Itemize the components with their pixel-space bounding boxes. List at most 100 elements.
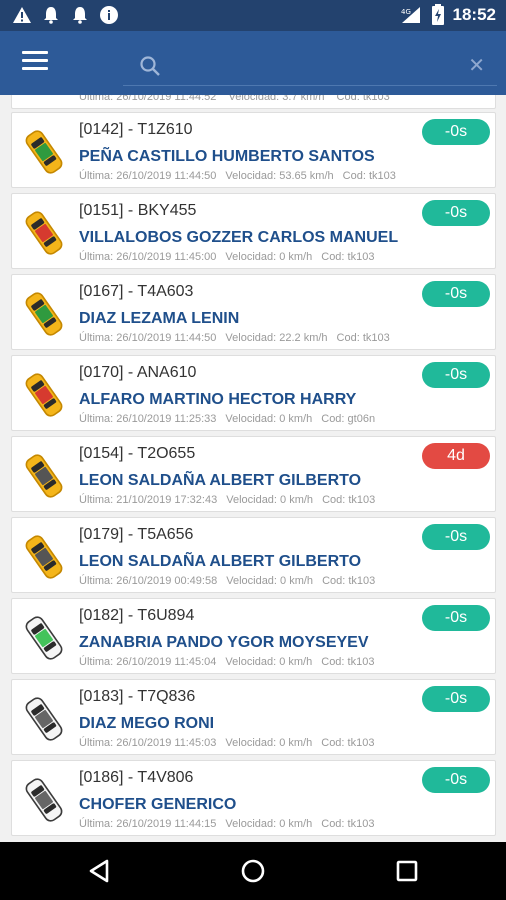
taxi-car-icon xyxy=(25,292,63,336)
recent-apps-icon[interactable] xyxy=(391,855,423,887)
outline-car-icon xyxy=(25,778,63,822)
card-meta: Ultima: 26/10/2019 11:44:52 Velocidad: 3… xyxy=(79,95,399,103)
search-input[interactable] xyxy=(173,55,457,81)
vehicle-title: [0179] - T5A656 xyxy=(79,526,194,543)
driver-name: PEÑA CASTILLO HUMBERTO SANTOS xyxy=(79,148,375,165)
last-update-text: Última: 26/10/2019 11:45:00 xyxy=(79,251,217,263)
taxi-car-icon xyxy=(25,454,63,498)
vehicle-card[interactable]: [0151] - BKY455 VILLALOBOS GOZZER CARLOS … xyxy=(11,193,496,269)
vehicle-card[interactable]: [0142] - T1Z610 PEÑA CASTILLO HUMBERTO SA… xyxy=(11,112,496,188)
card-meta: Última: 26/10/2019 11:44:50 Velocidad: 53… xyxy=(79,170,405,182)
vehicle-card[interactable]: [0182] - T6U894 ZANABRIA PANDO YGOR MOYSE… xyxy=(11,598,496,674)
navigation-bar xyxy=(0,842,506,900)
status-badge: -0s xyxy=(422,362,490,388)
vehicle-card[interactable]: [0183] - T7Q836 DIAZ MEGO RONI Última: 26/… xyxy=(11,679,496,755)
speed-text: Velocidad: 0 km/h xyxy=(225,656,313,668)
vehicle-title: [0142] - T1Z610 xyxy=(79,121,193,138)
last-update-text: Última: 26/10/2019 11:45:03 xyxy=(79,737,217,749)
last-update-text: Última: 21/10/2019 17:32:43 xyxy=(79,494,218,506)
driver-name: DIAZ MEGO RONI xyxy=(79,715,215,732)
last-update-text: Última: 26/10/2019 11:45:04 xyxy=(79,656,217,668)
status-bar: 4G 18:52 xyxy=(0,0,506,31)
driver-name: VILLALOBOS GOZZER CARLOS MANUEL xyxy=(79,229,399,246)
card-meta: Última: 26/10/2019 11:44:15 Velocidad: 0 … xyxy=(79,818,383,830)
device-code-text: Cod: tk103 xyxy=(321,656,375,668)
clock-time: 18:52 xyxy=(452,5,496,24)
device-code-text: Cod: tk103 xyxy=(322,575,376,587)
speed-text: Velocidad: 22.2 km/h xyxy=(225,332,328,344)
clear-search-icon[interactable]: ✕ xyxy=(468,53,485,77)
taxi-car-icon xyxy=(25,211,63,255)
last-update-text: Última: 26/10/2019 11:44:15 xyxy=(79,818,217,830)
card-meta: Última: 26/10/2019 11:25:33 Velocidad: 0 … xyxy=(79,413,384,425)
speed-text: Velocidad: 0 km/h xyxy=(225,413,313,425)
vehicle-title: [0154] - T2O655 xyxy=(79,445,196,462)
notification-icons xyxy=(12,5,119,25)
speed-text: Velocidad: 0 km/h xyxy=(225,737,313,749)
device-code-text: Cod: tk103 xyxy=(322,494,376,506)
vehicle-card-partial[interactable]: Ultima: 26/10/2019 11:44:52 Velocidad: 3… xyxy=(11,95,496,109)
vehicle-card[interactable]: [0179] - T5A656 LEON SALDAÑA ALBERT GILBE… xyxy=(11,517,496,593)
driver-name: DIAZ LEZAMA LENIN xyxy=(79,310,240,327)
speed-text: Velocidad: 3.7 km/h xyxy=(228,95,325,103)
cellular-signal-icon: 4G xyxy=(401,7,420,23)
last-update-text: Ultima: 26/10/2019 11:44:52 xyxy=(79,95,217,103)
speed-text: Velocidad: 0 km/h xyxy=(226,494,314,506)
last-update-text: Última: 26/10/2019 11:44:50 xyxy=(79,170,217,182)
card-meta: Última: 26/10/2019 11:45:04 Velocidad: 0 … xyxy=(79,656,383,668)
driver-name: LEON SALDAÑA ALBERT GILBERTO xyxy=(79,553,362,570)
card-meta: Última: 26/10/2019 11:44:50 Velocidad: 22… xyxy=(79,332,399,344)
device-code-text: Cod: tk103 xyxy=(321,818,375,830)
card-meta: Última: 21/10/2019 17:32:43 Velocidad: 0 … xyxy=(79,494,384,506)
status-badge: -0s xyxy=(422,119,490,145)
card-meta: Última: 26/10/2019 11:45:03 Velocidad: 0 … xyxy=(79,737,383,749)
vehicle-card[interactable]: [0154] - T2O655 LEON SALDAÑA ALBERT GILBE… xyxy=(11,436,496,512)
last-update-text: Última: 26/10/2019 11:44:50 xyxy=(79,332,217,344)
driver-name: ZANABRIA PANDO YGOR MOYSEYEV xyxy=(79,634,369,651)
status-badge: -0s xyxy=(422,767,490,793)
hamburger-menu-icon[interactable] xyxy=(22,51,48,75)
status-badge: -0s xyxy=(422,281,490,307)
device-code-text: Cod: gt06n xyxy=(321,413,376,425)
vehicle-list[interactable]: Ultima: 26/10/2019 11:44:52 Velocidad: 3… xyxy=(0,95,506,842)
speed-text: Velocidad: 0 km/h xyxy=(225,818,313,830)
vehicle-title: [0186] - T4V806 xyxy=(79,769,194,786)
home-icon[interactable] xyxy=(237,855,269,887)
device-code-text: Cod: tk103 xyxy=(321,251,375,263)
vehicle-card[interactable]: [0186] - T4V806 CHOFER GENERICO Última: 26… xyxy=(11,760,496,836)
alarm-bell-icon xyxy=(73,7,87,24)
driver-name: ALFARO MARTINO HECTOR HARRY xyxy=(79,391,357,408)
last-update-text: Última: 26/10/2019 00:49:58 xyxy=(79,575,218,587)
speed-text: Velocidad: 0 km/h xyxy=(225,251,313,263)
device-code-text: Cod: tk103 xyxy=(336,332,390,344)
outline-car-icon xyxy=(25,697,63,741)
vehicle-title: [0167] - T4A603 xyxy=(79,283,194,300)
vehicle-card[interactable]: [0167] - T4A603 DIAZ LEZAMA LENIN Última: … xyxy=(11,274,496,350)
driver-name: CHOFER GENERICO xyxy=(79,796,237,813)
battery-charging-icon xyxy=(431,4,444,25)
speed-text: Velocidad: 53.65 km/h xyxy=(225,170,334,182)
driver-name: LEON SALDAÑA ALBERT GILBERTO xyxy=(79,472,362,489)
status-badge: 4d xyxy=(422,443,490,469)
vehicle-title: [0183] - T7Q836 xyxy=(79,688,196,705)
outline-car-icon xyxy=(25,616,63,660)
search-bar: ✕ xyxy=(123,51,497,86)
taxi-car-icon xyxy=(25,130,63,174)
device-code-text: Cod: tk103 xyxy=(321,737,375,749)
vehicle-title: [0151] - BKY455 xyxy=(79,202,197,219)
device-code-text: Cod: tk103 xyxy=(342,170,396,182)
back-icon[interactable] xyxy=(84,855,116,887)
svg-text:4G: 4G xyxy=(401,8,411,16)
app-bar: ✕ xyxy=(0,31,506,95)
vehicle-title: [0170] - ANA610 xyxy=(79,364,197,381)
alarm-bell-icon xyxy=(44,7,58,24)
last-update-text: Última: 26/10/2019 11:25:33 xyxy=(79,413,217,425)
status-badge: -0s xyxy=(422,686,490,712)
vehicle-card[interactable]: [0170] - ANA610 ALFARO MARTINO HECTOR HAR… xyxy=(11,355,496,431)
speed-text: Velocidad: 0 km/h xyxy=(226,575,314,587)
taxi-car-icon xyxy=(25,373,63,417)
card-meta: Última: 26/10/2019 11:45:00 Velocidad: 0 … xyxy=(79,251,383,263)
search-icon xyxy=(140,56,160,76)
status-badge: -0s xyxy=(422,605,490,631)
device-code-text: Cod: tk103 xyxy=(336,95,390,103)
